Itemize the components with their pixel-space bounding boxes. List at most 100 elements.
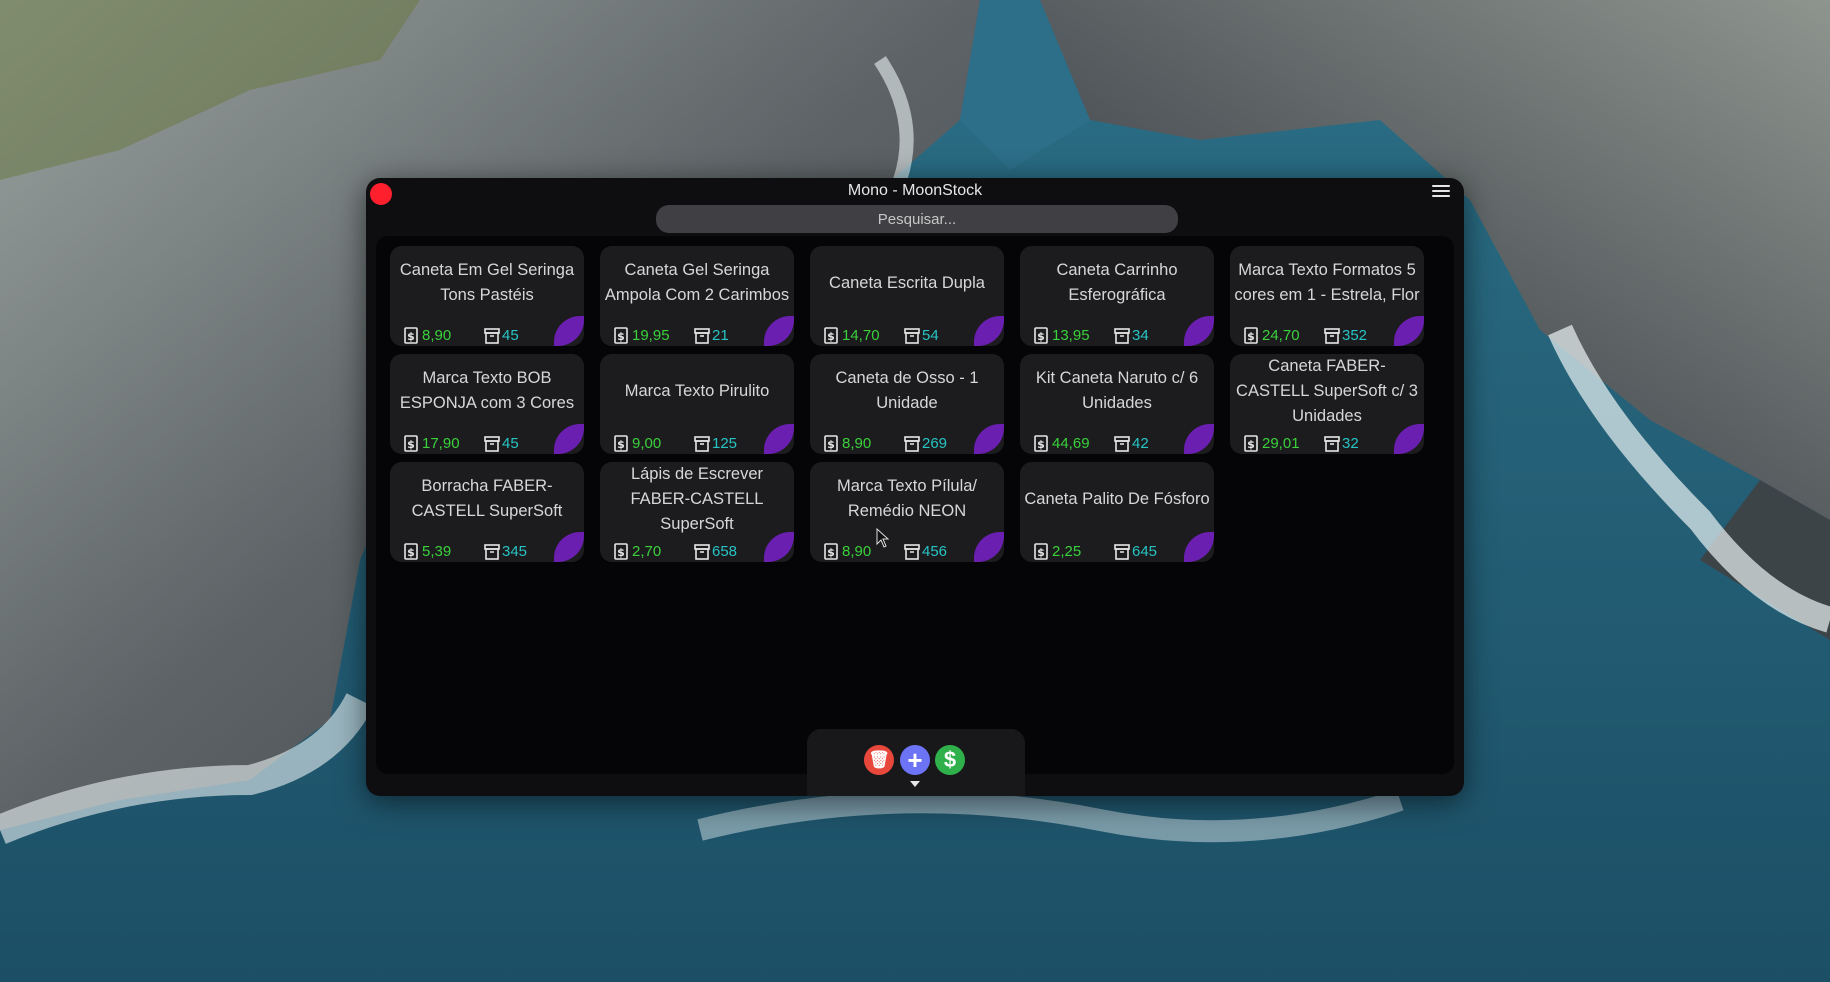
archive-box-icon [484, 543, 502, 560]
archive-box-icon [1114, 327, 1132, 344]
product-name: Marca Texto BOB ESPONJA com 3 Cores [399, 369, 575, 412]
product-card[interactable]: Caneta de Osso - 1 Unidade $8,90 269 [810, 354, 1004, 454]
product-price: 2,70 [632, 542, 662, 560]
product-stock: 125 [712, 434, 738, 452]
product-name: Borracha FABER-CASTELL SuperSoft [411, 477, 563, 520]
caret-down-icon[interactable] [910, 781, 920, 787]
product-price: 14,70 [842, 326, 880, 344]
product-stock: 345 [502, 542, 528, 560]
svg-text:$: $ [1247, 330, 1255, 343]
archive-box-icon [484, 327, 502, 344]
search-input[interactable] [656, 205, 1178, 233]
product-name: Caneta Carrinho Esferográfica [1056, 261, 1178, 304]
leaf-badge-icon [554, 316, 584, 346]
product-meta: $8,90 269 [824, 432, 947, 454]
product-card[interactable]: Caneta Escrita Dupla $14,70 54 [810, 246, 1004, 346]
dollar-document-icon: $ [1034, 542, 1052, 560]
product-card[interactable]: Caneta Gel Seringa Ampola Com 2 Carimbos… [600, 246, 794, 346]
dollar-document-icon: $ [404, 434, 422, 452]
product-stock: 42 [1132, 434, 1149, 452]
svg-text:$: $ [1247, 438, 1255, 451]
window-title: Mono - MoonStock [847, 182, 983, 199]
product-meta: $5,39 345 [404, 540, 527, 562]
dollar-document-icon: $ [614, 542, 632, 560]
dollar-document-icon: $ [824, 434, 842, 452]
product-stock: 34 [1132, 326, 1149, 344]
product-card[interactable]: Marca Texto Pirulito $9,00 125 [600, 354, 794, 454]
dollar-document-icon: $ [404, 326, 422, 344]
product-card[interactable]: Lápis de Escrever FABER-CASTELL SuperSof… [600, 462, 794, 562]
dollar-document-icon: $ [824, 326, 842, 344]
product-name: Caneta Palito De Fósforo [1024, 489, 1210, 508]
archive-box-icon [694, 543, 712, 560]
product-price: 29,01 [1262, 434, 1300, 452]
product-meta: $24,70 352 [1244, 324, 1367, 346]
leaf-badge-icon [1394, 424, 1424, 454]
dollar-document-icon: $ [1244, 434, 1262, 452]
product-card[interactable]: Marca Texto Formatos 5 cores em 1 - Estr… [1230, 246, 1424, 346]
product-stock: 456 [922, 542, 948, 560]
archive-box-icon [1114, 435, 1132, 452]
svg-text:$: $ [617, 438, 625, 451]
leaf-badge-icon [1394, 316, 1424, 346]
product-name: Marca Texto Pirulito [624, 381, 770, 400]
product-name: Marca Texto Pílula/ Remédio NEON [836, 477, 977, 520]
archive-box-icon [1324, 435, 1342, 452]
product-card[interactable]: Marca Texto Pílula/ Remédio NEON $8,90 456 [810, 462, 1004, 562]
archive-box-icon [1114, 543, 1132, 560]
dollar-document-icon: $ [614, 434, 632, 452]
svg-text:$: $ [827, 438, 835, 451]
product-name: Caneta Escrita Dupla [829, 273, 985, 292]
svg-text:$: $ [407, 330, 415, 343]
product-name: Caneta de Osso - 1 Unidade [835, 369, 979, 412]
product-stock: 269 [922, 434, 948, 452]
product-name: Marca Texto Formatos 5 cores em 1 - Estr… [1234, 261, 1420, 304]
product-meta: $9,00 125 [614, 432, 737, 454]
app-window: Mono - MoonStock Caneta Em Gel Seringa T… [366, 178, 1464, 796]
leaf-badge-icon [974, 532, 1004, 562]
dollar-document-icon: $ [824, 542, 842, 560]
product-price: 2,25 [1052, 542, 1082, 560]
hamburger-menu-icon[interactable] [1432, 185, 1450, 201]
archive-box-icon [694, 327, 712, 344]
product-meta: $17,90 45 [404, 432, 519, 454]
product-name: Caneta Gel Seringa Ampola Com 2 Carimbos [604, 261, 790, 304]
product-card[interactable]: Marca Texto BOB ESPONJA com 3 Cores $17,9… [390, 354, 584, 454]
product-stock: 32 [1342, 434, 1359, 452]
product-name: Caneta Em Gel Seringa Tons Pastéis [399, 261, 575, 304]
dollar-document-icon: $ [1034, 434, 1052, 452]
trash-icon[interactable]: 🗑 [864, 745, 894, 775]
product-card[interactable]: Caneta Em Gel Seringa Tons Pastéis $8,90 4… [390, 246, 584, 346]
dollar-document-icon: $ [614, 326, 632, 344]
product-stock: 45 [502, 434, 519, 452]
product-card[interactable]: Kit Caneta Naruto c/ 6 Unidades $44,69 42 [1020, 354, 1214, 454]
product-name: Kit Caneta Naruto c/ 6 Unidades [1035, 369, 1199, 412]
product-card[interactable]: Caneta Carrinho Esferográfica $13,95 34 [1020, 246, 1214, 346]
svg-text:$: $ [1037, 438, 1045, 451]
archive-box-icon [1324, 327, 1342, 344]
plus-icon[interactable]: + [900, 745, 930, 775]
product-card[interactable]: Borracha FABER-CASTELL SuperSoft $5,39 345 [390, 462, 584, 562]
product-name: Caneta FABER-CASTELL SuperSoft c/ 3 Unid… [1236, 356, 1418, 425]
leaf-badge-icon [974, 316, 1004, 346]
product-stock: 21 [712, 326, 729, 344]
product-price: 44,69 [1052, 434, 1090, 452]
leaf-badge-icon [1184, 532, 1214, 562]
product-card[interactable]: Caneta FABER-CASTELL SuperSoft c/ 3 Unid… [1230, 354, 1424, 454]
product-meta: $14,70 54 [824, 324, 939, 346]
product-stock: 352 [1342, 326, 1368, 344]
archive-box-icon [904, 327, 922, 344]
product-price: 13,95 [1052, 326, 1090, 344]
mouse-cursor-icon [876, 528, 890, 548]
svg-text:$: $ [1037, 330, 1045, 343]
dollar-icon[interactable]: $ [935, 745, 965, 775]
dollar-document-icon: $ [404, 542, 422, 560]
product-meta: $2,25 645 [1034, 540, 1157, 562]
product-card[interactable]: Caneta Palito De Fósforo $2,25 645 [1020, 462, 1214, 562]
svg-text:$: $ [407, 438, 415, 451]
product-stock: 54 [922, 326, 939, 344]
product-price: 8,90 [842, 434, 872, 452]
leaf-badge-icon [1184, 424, 1214, 454]
leaf-badge-icon [1184, 316, 1214, 346]
leaf-badge-icon [764, 424, 794, 454]
